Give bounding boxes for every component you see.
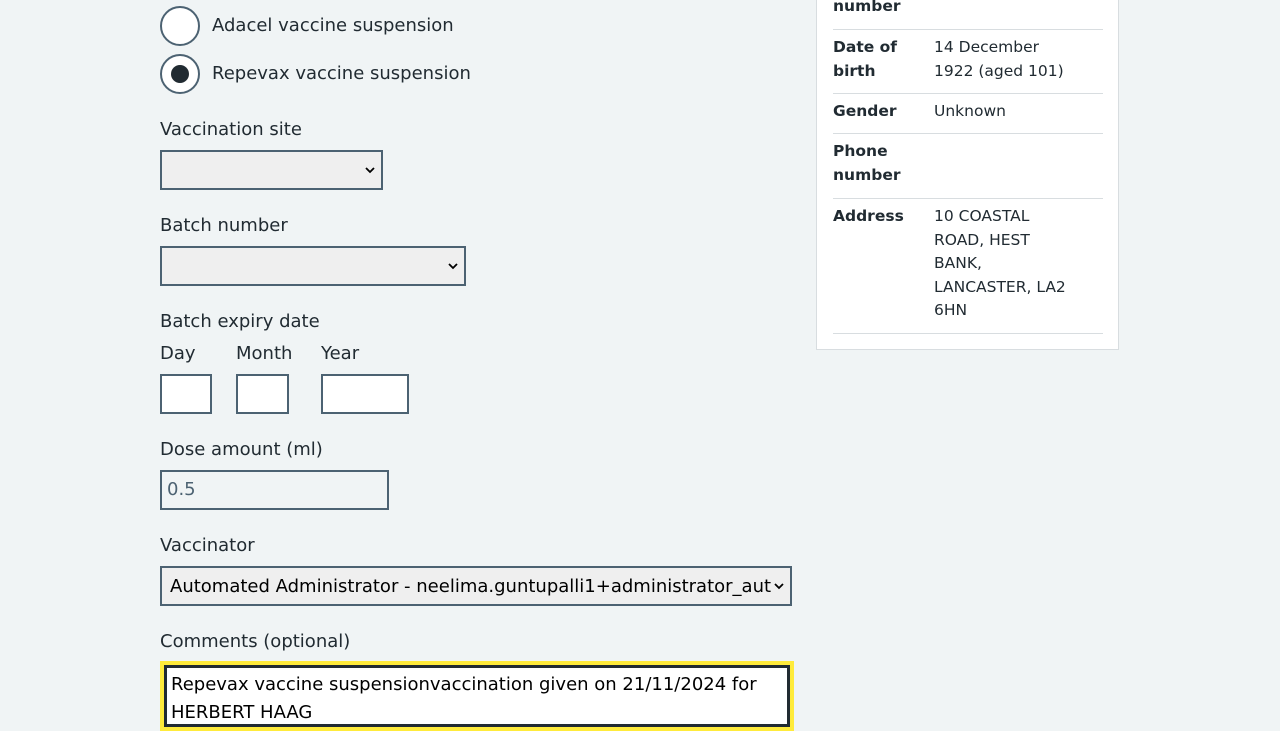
radio-button[interactable] — [160, 6, 200, 46]
radio-label: Adacel vaccine suspension — [212, 15, 454, 36]
vaccinator-value: Automated Administrator - neelima.guntup… — [170, 575, 772, 597]
year-label: Year — [321, 343, 360, 364]
day-label: Day — [160, 343, 196, 364]
month-label: Month — [236, 343, 293, 364]
radio-button-checked[interactable] — [160, 54, 200, 94]
gender-value: Unknown — [934, 102, 1006, 120]
divider — [833, 93, 1103, 94]
dose-amount-label: Dose amount (ml) — [160, 439, 323, 460]
comments-label: Comments (optional) — [160, 631, 351, 652]
radio-adacel[interactable]: Adacel vaccine suspension — [160, 6, 454, 46]
expiry-month-input[interactable] — [236, 374, 289, 414]
vaccination-site-label: Vaccination site — [160, 119, 302, 140]
comments-text: Repevax vaccine suspensionvaccination gi… — [164, 665, 790, 727]
chevron-down-icon — [774, 583, 784, 590]
address-key: Address — [833, 207, 904, 225]
gender-key: Gender — [833, 102, 897, 120]
expiry-day-input[interactable] — [160, 374, 212, 414]
chevron-down-icon — [365, 167, 375, 174]
batch-expiry-label: Batch expiry date — [160, 311, 320, 332]
nhs-number-key: number — [833, 0, 901, 15]
chevron-down-icon — [448, 263, 458, 270]
phone-key: Phone number — [833, 142, 901, 184]
comments-textarea[interactable]: Repevax vaccine suspensionvaccination gi… — [160, 661, 794, 731]
dob-key: Date of birth — [833, 38, 898, 80]
address-value: 10 COASTAL ROAD, HEST BANK, LANCASTER, L… — [934, 207, 1066, 319]
dob-value: 14 December 1922 (aged 101) — [934, 38, 1064, 80]
divider — [833, 29, 1103, 30]
vaccinator-label: Vaccinator — [160, 535, 255, 556]
divider — [833, 133, 1103, 134]
divider — [833, 333, 1103, 334]
vaccinator-select[interactable]: Automated Administrator - neelima.guntup… — [160, 566, 792, 606]
batch-number-select[interactable] — [160, 246, 466, 286]
expiry-year-input[interactable] — [321, 374, 409, 414]
dose-amount-input[interactable]: 0.5 — [160, 470, 389, 510]
divider — [833, 198, 1103, 199]
radio-repevax[interactable]: Repevax vaccine suspension — [160, 54, 471, 94]
batch-number-label: Batch number — [160, 215, 288, 236]
radio-label: Repevax vaccine suspension — [212, 63, 471, 84]
vaccination-site-select[interactable] — [160, 150, 383, 190]
